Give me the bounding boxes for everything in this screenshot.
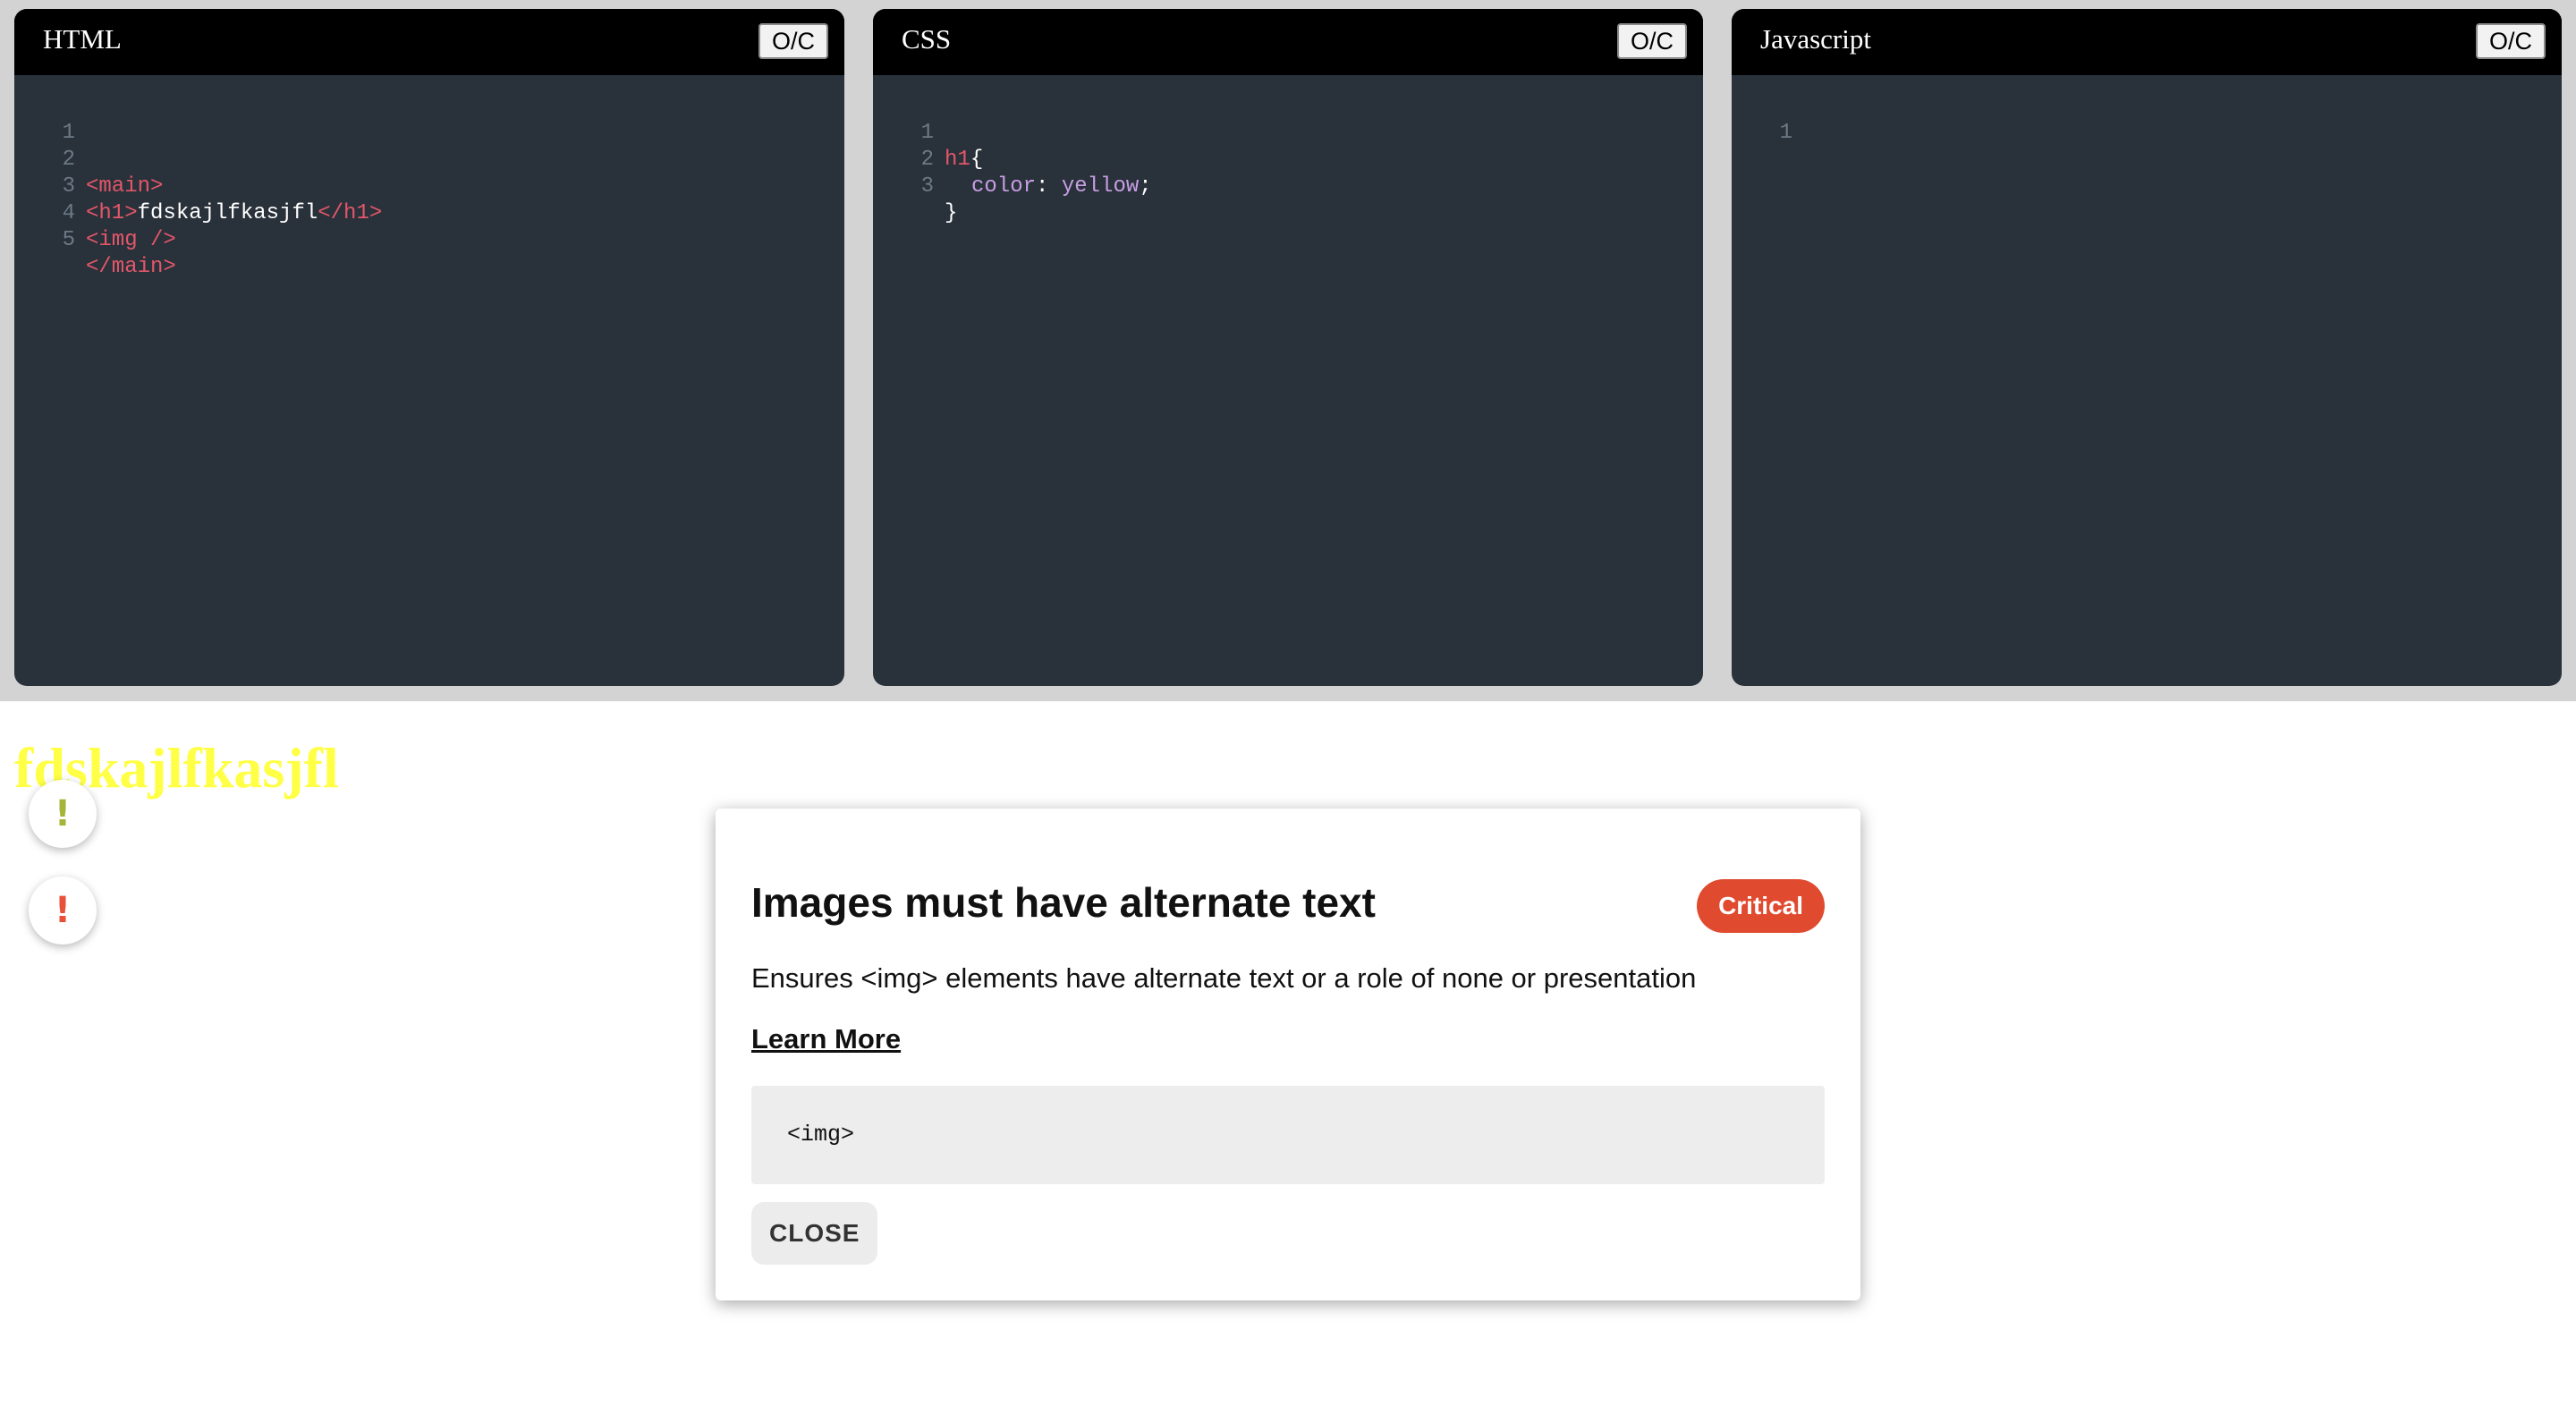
snippet-text: <img> [787,1122,855,1148]
html-editor-header: HTML O/C [14,9,844,75]
html-editor-panel: HTML O/C 1 2 <main> 3 <h1>fdskajlfkasjfl… [14,9,844,686]
js-editor-header: Javascript O/C [1732,9,2562,75]
html-code-area[interactable]: 1 2 <main> 3 <h1>fdskajlfkasjfl</h1> 4 <… [14,93,844,279]
css-editor-header: CSS O/C [873,9,1703,75]
css-code-area[interactable]: 1 h1{ 2 color: yellow; 3 } [873,93,1703,225]
css-editor-panel: CSS O/C 1 h1{ 2 color: yellow; 3 } [873,9,1703,686]
code-line: 1 [1732,93,2562,145]
code-snippet: <img> [751,1086,1825,1184]
close-button[interactable]: CLOSE [751,1202,878,1265]
line-number: 1 [1779,121,1792,145]
code-line: 4 <img /> [14,174,844,252]
code-token: : [1036,174,1062,199]
line-number: 3 [920,174,934,199]
impact-badge: Critical [1697,879,1825,933]
code-token: ; [1139,174,1152,199]
code-token: yellow [1061,174,1140,199]
code-line: 1 [14,93,844,145]
html-editor-title: HTML [43,23,122,55]
js-toggle-button[interactable]: O/C [2476,23,2546,59]
editors-bar: HTML O/C 1 2 <main> 3 <h1>fdskajlfkasjfl… [0,0,2576,701]
learn-more-link[interactable]: Learn More [751,1023,901,1055]
code-line: 3 } [873,147,1703,225]
line-number: 5 [62,228,75,252]
js-code-area[interactable]: 1 [1732,93,2562,145]
code-token: } [945,201,958,225]
critical-warning-marker[interactable]: ! [29,877,97,944]
js-editor-title: Javascript [1760,23,1871,55]
code-line: 2 color: yellow; [873,120,1703,199]
js-editor-panel: Javascript O/C 1 [1732,9,2562,686]
css-editor-title: CSS [902,23,952,55]
code-token: color [971,174,1037,199]
code-line: 2 <main> [14,120,844,199]
code-token: </main> [86,255,176,279]
html-toggle-button[interactable]: O/C [758,23,828,59]
code-line: 3 <h1>fdskajlfkasjfl</h1> [14,147,844,225]
issue-dialog: Images must have alternate text Critical… [716,809,1860,1300]
code-line: 1 h1{ [873,93,1703,172]
minor-warning-marker[interactable]: ! [29,780,97,848]
code-line: 5 </main> [14,200,844,279]
issue-title: Images must have alternate text [751,879,1376,926]
css-toggle-button[interactable]: O/C [1617,23,1687,59]
issue-description: Ensures <img> elements have alternate te… [751,962,1697,994]
